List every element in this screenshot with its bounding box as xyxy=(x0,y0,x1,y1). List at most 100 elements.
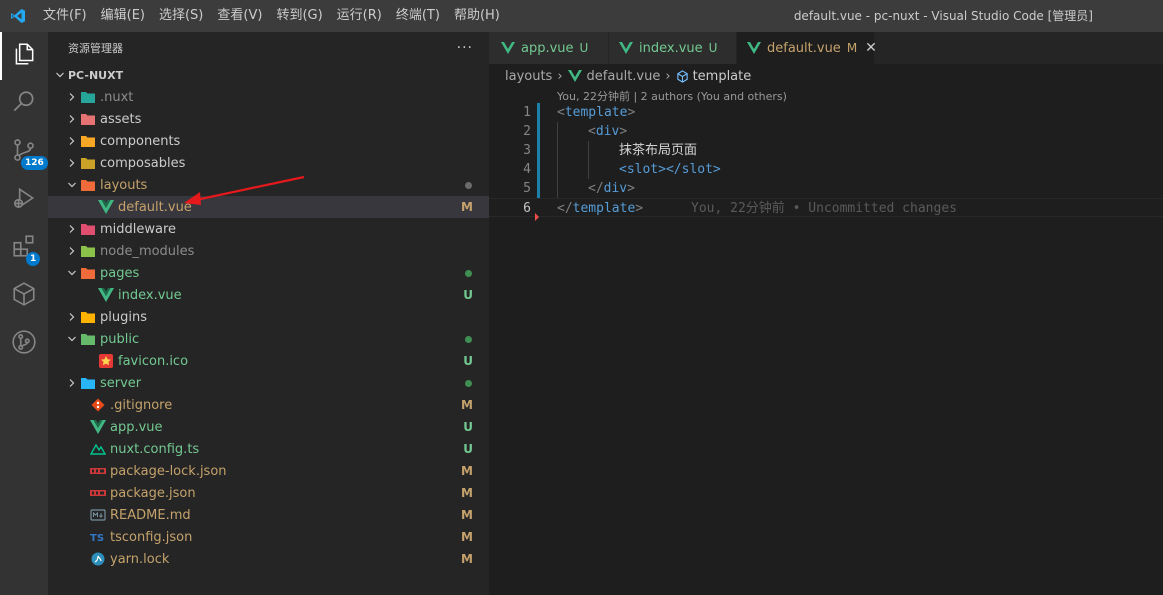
source-control-badge: 126 xyxy=(21,156,48,170)
menu-item[interactable]: 文件(F) xyxy=(36,0,94,32)
folder-row[interactable]: server xyxy=(48,372,489,394)
folder-icon xyxy=(80,89,96,105)
code-line[interactable]: 5 </div> xyxy=(489,179,1163,198)
git-graph-button[interactable] xyxy=(0,320,48,368)
code-line[interactable]: 1 <template> xyxy=(489,103,1163,122)
file-row[interactable]: package.json M xyxy=(48,482,489,504)
chevron-right-icon xyxy=(64,309,80,325)
menu-item[interactable]: 帮助(H) xyxy=(447,0,507,32)
line-number: 5 xyxy=(523,181,531,196)
modified-dot-icon xyxy=(465,380,472,387)
svg-text:TS: TS xyxy=(90,533,104,544)
tree-item-label: node_modules xyxy=(100,243,195,259)
chevron-right-icon: › xyxy=(665,68,671,84)
menu-item[interactable]: 查看(V) xyxy=(210,0,269,32)
git-status-badge: M xyxy=(461,508,473,522)
search-button[interactable] xyxy=(0,80,48,128)
code-text: </template> xyxy=(557,199,643,218)
folder-icon xyxy=(80,111,96,127)
npm-file-icon xyxy=(90,463,106,479)
folder-row[interactable]: public xyxy=(48,328,489,350)
folder-icon xyxy=(80,133,96,149)
file-row[interactable]: TS tsconfig.json M xyxy=(48,526,489,548)
file-row[interactable]: index.vue U xyxy=(48,284,489,306)
tab-default-vue[interactable]: default.vue M ✕ xyxy=(737,32,877,64)
code-line[interactable]: 2 <div> xyxy=(489,122,1163,141)
code-line[interactable]: 6 </template> You, 22分钟前 • Uncommitted cha… xyxy=(489,198,1163,221)
chevron-down-icon xyxy=(64,331,80,347)
folder-row[interactable]: middleware xyxy=(48,218,489,240)
breadcrumb-folder[interactable]: layouts xyxy=(505,69,552,84)
run-debug-button[interactable] xyxy=(0,176,48,224)
code-line[interactable]: 4 <slot></slot> xyxy=(489,160,1163,179)
menu-item[interactable]: 终端(T) xyxy=(389,0,447,32)
search-icon xyxy=(11,89,37,119)
editor-tabs: app.vue Uindex.vue Udefault.vue M ✕ xyxy=(489,32,1163,64)
git-status-badge: M xyxy=(461,486,473,500)
folder-row[interactable]: components xyxy=(48,130,489,152)
file-row[interactable]: yarn.lock M xyxy=(48,548,489,570)
slot-tag: <slot> xyxy=(619,162,666,177)
folder-row[interactable]: plugins xyxy=(48,306,489,328)
editor-group: app.vue Uindex.vue Udefault.vue M ✕ layouts … xyxy=(489,32,1163,595)
tag-bracket: > xyxy=(627,105,636,120)
tag-bracket: > xyxy=(635,201,644,216)
file-row[interactable]: package-lock.json M xyxy=(48,460,489,482)
close-icon[interactable]: ✕ xyxy=(865,40,877,56)
folder-row[interactable]: assets xyxy=(48,108,489,130)
tree-item-label: index.vue xyxy=(118,287,182,303)
folder-row[interactable]: pages xyxy=(48,262,489,284)
vue-file-icon xyxy=(501,42,515,54)
file-row[interactable]: README.md M xyxy=(48,504,489,526)
tab-label: app.vue xyxy=(521,40,574,56)
more-actions-icon[interactable]: ··· xyxy=(457,40,473,56)
folder-icon xyxy=(80,177,96,193)
file-row[interactable]: app.vue U xyxy=(48,416,489,438)
tree-item-label: package-lock.json xyxy=(110,463,227,479)
project-header[interactable]: PC-NUXT xyxy=(48,64,489,86)
file-row[interactable]: favicon.ico U xyxy=(48,350,489,372)
run-debug-icon xyxy=(11,185,37,215)
breadcrumb-file[interactable]: default.vue xyxy=(587,69,661,84)
folder-icon xyxy=(80,375,96,391)
remote-explorer-icon xyxy=(11,281,37,311)
file-row[interactable]: nuxt.config.ts U xyxy=(48,438,489,460)
vue-file-icon xyxy=(98,199,114,215)
chevron-right-icon xyxy=(64,375,80,391)
tab-index-vue[interactable]: index.vue U xyxy=(609,32,737,64)
tree-item-label: .nuxt xyxy=(100,89,134,105)
menu-item[interactable]: 选择(S) xyxy=(152,0,210,32)
modified-dot-icon xyxy=(465,182,472,189)
git-graph-icon xyxy=(11,329,37,359)
tag-name: template xyxy=(564,105,628,120)
vue-file-icon xyxy=(619,42,633,54)
breadcrumb-symbol[interactable]: template xyxy=(693,69,752,84)
tag-bracket: < xyxy=(588,124,596,139)
tree-item-label: tsconfig.json xyxy=(110,529,193,545)
explorer-button[interactable] xyxy=(0,32,48,80)
remote-explorer-button[interactable] xyxy=(0,272,48,320)
codelens-blame[interactable]: You, 22分钟前 | 2 authors (You and others) xyxy=(557,88,787,104)
extensions-button[interactable]: 1 xyxy=(0,224,48,272)
tree-item-label: assets xyxy=(100,111,142,127)
folder-row[interactable]: composables xyxy=(48,152,489,174)
code-line[interactable]: 3 抹茶布局页面 xyxy=(489,141,1163,160)
folder-icon xyxy=(80,265,96,281)
vue-file-icon xyxy=(98,287,114,303)
deleted-gutter-mark xyxy=(535,213,539,221)
folder-row[interactable]: .nuxt xyxy=(48,86,489,108)
tree-item-label: package.json xyxy=(110,485,196,501)
modified-gutter-mark xyxy=(537,179,540,198)
tree-item-label: components xyxy=(100,133,181,149)
menu-item[interactable]: 运行(R) xyxy=(330,0,389,32)
tab-app-vue[interactable]: app.vue U xyxy=(489,32,609,64)
folder-row[interactable]: node_modules xyxy=(48,240,489,262)
tag-name: template xyxy=(572,201,636,216)
code-editor[interactable]: 1 <template> 2 <div> 3 抹茶布局页面 4 <slot></slot> 5 <… xyxy=(489,103,1163,221)
chevron-right-icon xyxy=(64,243,80,259)
file-row[interactable]: .gitignore M xyxy=(48,394,489,416)
line-number: 1 xyxy=(523,105,531,120)
menu-item[interactable]: 转到(G) xyxy=(269,0,329,32)
source-control-button[interactable]: 126 xyxy=(0,128,48,176)
menu-item[interactable]: 编辑(E) xyxy=(94,0,152,32)
